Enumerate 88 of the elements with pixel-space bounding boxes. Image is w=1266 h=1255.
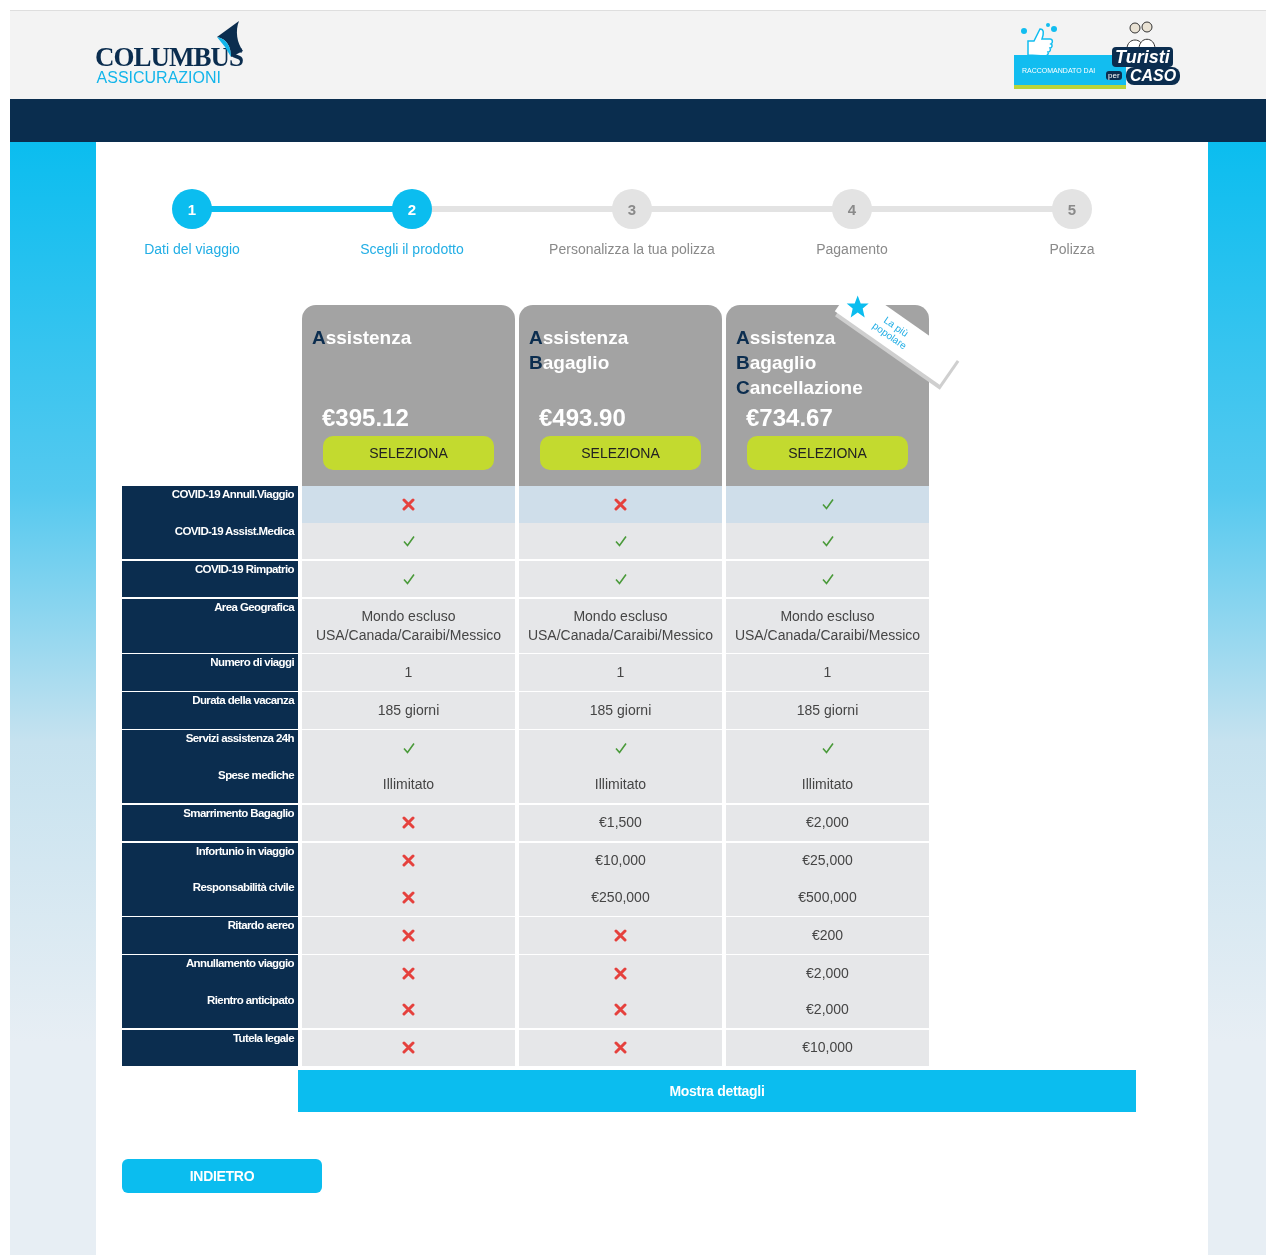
table-cell-text: Mondo escluso USA/Canada/Caraibi/Messico [526,606,715,645]
cross-icon [402,1041,415,1055]
check-icon [402,742,415,755]
feature-label: Spese mediche [217,767,296,783]
check-icon [821,498,834,511]
table-cell-text: €25,000 [802,851,853,871]
logo-name: COLUMBUS [95,45,243,69]
product-price: €395.12 [322,403,409,434]
feature-label: Responsabilità civile [191,880,296,895]
step-number: 4 [832,189,872,229]
table-cell-text: Illimitato [801,775,854,795]
cross-icon [402,928,415,942]
step-number: 5 [1052,189,1092,229]
check-icon [402,534,415,547]
table-cell-text: 1 [616,662,625,682]
partner-name: Turisti [1112,47,1173,67]
feature-label: Infortunio in viaggio [195,843,295,859]
check-icon [614,742,627,755]
feature-label: COVID-19 Assist.Medica [173,523,296,539]
table-cell-text: €2,000 [806,1000,849,1020]
table-cell-text: 185 giorni [589,700,652,720]
product-title: Cancellazione [736,376,863,400]
feature-label: COVID-19 Rimpatrio [193,561,295,577]
step-label: Personalizza la tua polizza [549,241,715,257]
check-icon [821,742,834,755]
feature-label: Area Geografica [213,599,296,615]
table-cell-text: Illimitato [594,775,647,795]
product-price: €734.67 [746,403,833,434]
table-cell-text: €10,000 [802,1038,853,1058]
product-price: €493.90 [539,403,626,434]
logo-subtitle: ASSICURAZIONI [96,69,221,87]
table-cell-text: Mondo escluso USA/Canada/Caraibi/Messico [314,606,503,645]
cross-icon [402,816,415,830]
feature-label: Numero di viaggi [209,655,295,670]
check-icon [614,534,627,547]
partner-name-2: CASO [1126,67,1181,85]
product-title: Assistenza [312,326,412,350]
table-cell-text: €200 [811,925,844,945]
check-icon [821,572,834,585]
table-cell-text: €500,000 [798,887,857,907]
select-button[interactable]: SELEZIONA [747,436,908,470]
feature-label: COVID-19 Annull.Viaggio [170,487,295,502]
product-title: Bagaglio [529,351,610,375]
step-label: Scegli il prodotto [360,241,464,257]
step-number: 3 [612,189,652,229]
select-button[interactable]: SELEZIONA [323,436,494,470]
table-cell-text: 1 [404,662,413,682]
star-icon [845,294,870,319]
cross-icon [402,966,415,980]
table-cell-text: Illimitato [382,775,435,795]
table-cell-text: €250,000 [591,887,650,907]
cross-icon [402,890,415,904]
cross-icon [402,497,415,511]
step-number: 2 [392,189,432,229]
table-cell-text: Mondo escluso USA/Canada/Caraibi/Messico [733,606,922,645]
check-icon [402,572,415,585]
feature-label: Durata della vacanza [191,693,296,708]
feature-label: Rientro anticipato [206,992,295,1008]
check-icon [614,572,627,585]
cross-icon [614,497,627,511]
cross-icon [614,1041,627,1055]
check-icon [821,534,834,547]
step-label: Dati del viaggio [144,241,240,257]
product-title: Bagaglio [736,351,817,375]
product-title: Assistenza [736,326,836,350]
cross-icon [614,966,627,980]
table-cell-text: €2,000 [806,963,849,983]
feature-label: Smarrimento Bagaglio [182,805,295,821]
step-number: 1 [172,189,212,229]
cross-icon [402,854,415,868]
table-cell-text: 185 giorni [796,700,859,720]
table-cell-text: €1,500 [599,813,642,833]
cross-icon [614,1003,627,1017]
table-cell-text: 185 giorni [377,700,440,720]
cross-icon [614,928,627,942]
cross-icon [402,1003,415,1017]
table-cell-text: €10,000 [595,851,646,871]
select-button[interactable]: SELEZIONA [540,436,701,470]
product-title: Assistenza [529,326,629,350]
partner-connector: per [1106,71,1122,80]
feature-label: Tutela legale [232,1030,296,1046]
step-label: Polizza [1049,241,1095,257]
step-label: Pagamento [816,241,888,257]
table-cell-text: 1 [823,662,832,682]
feature-label: Servizi assistenza 24h [184,731,295,746]
feature-label: Ritardo aereo [226,918,295,933]
table-cell-text: €2,000 [806,813,849,833]
feature-label: Annullamento viaggio [184,956,295,971]
